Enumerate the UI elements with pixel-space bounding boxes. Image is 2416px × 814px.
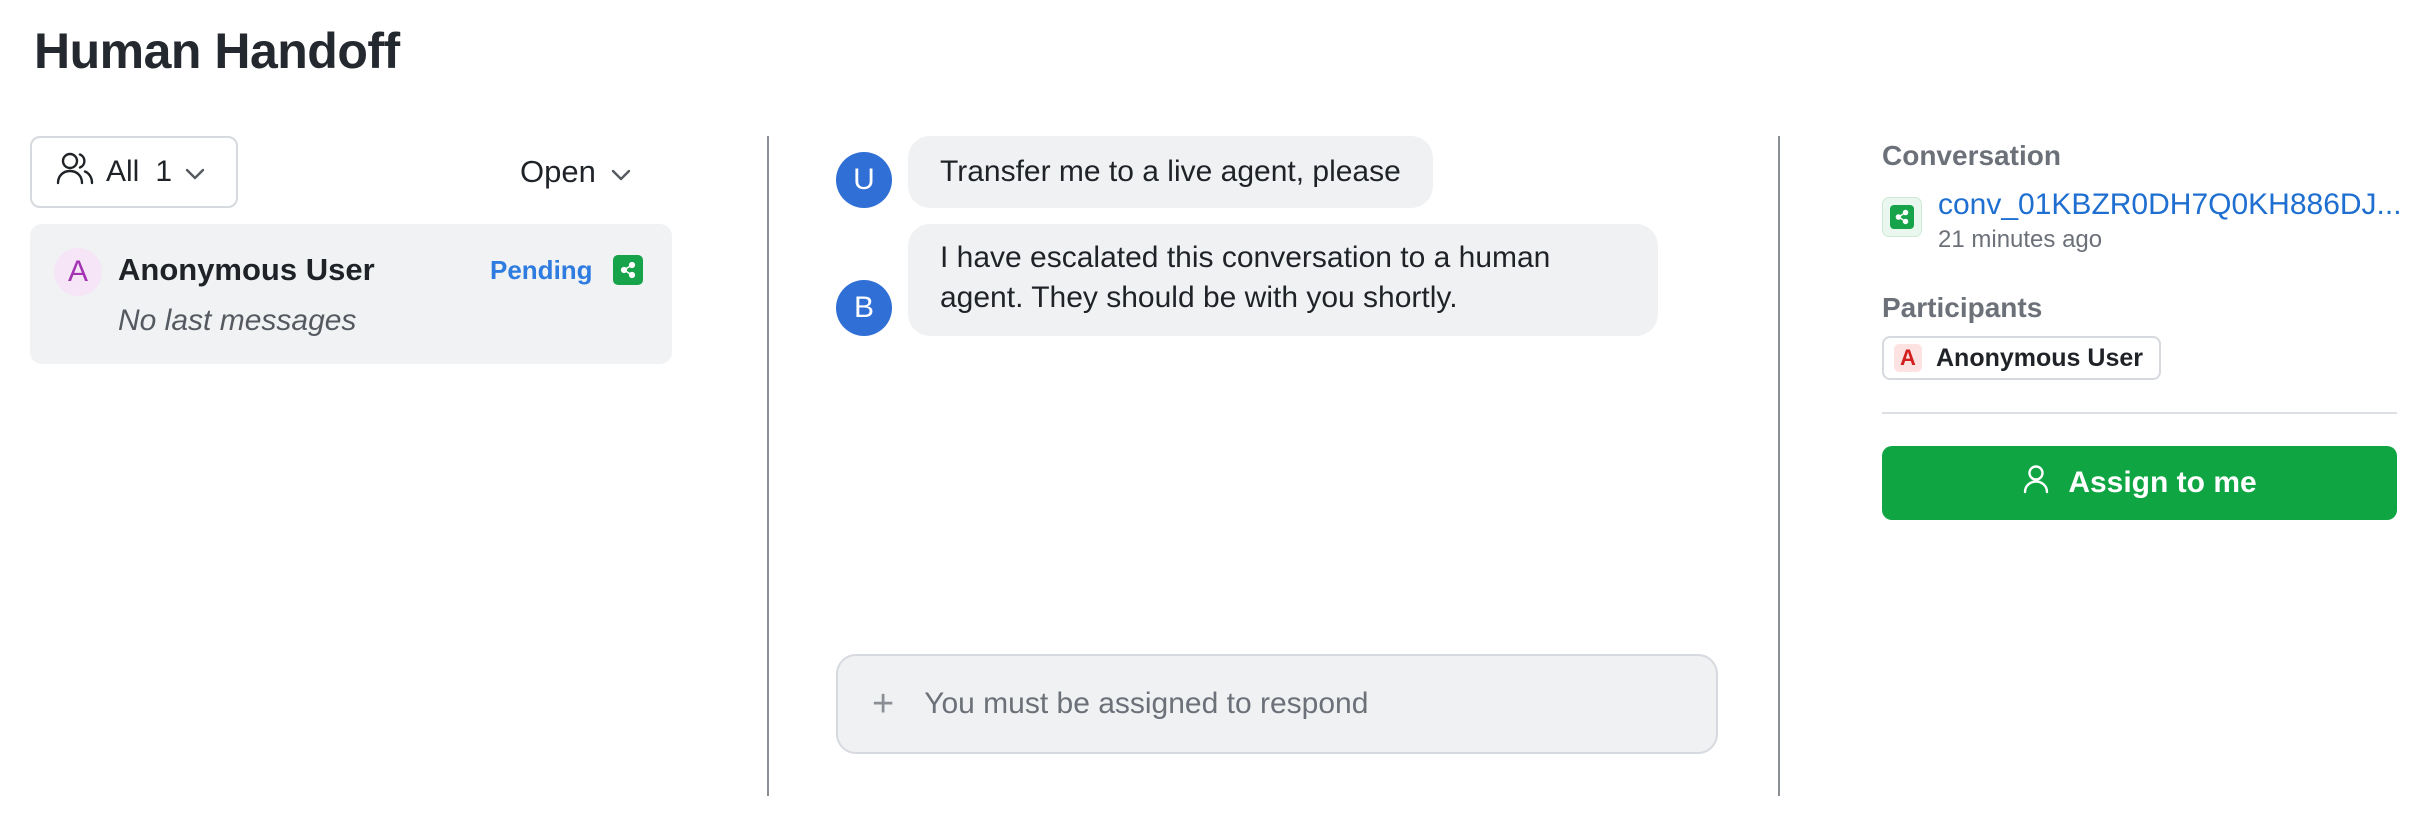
- status-filter-label: Open: [520, 154, 596, 189]
- message-text-line: I have escalated this conversation to a …: [940, 241, 1551, 274]
- assignee-filter-count: 1: [155, 155, 173, 188]
- share-icon: [613, 255, 643, 285]
- participant-chip[interactable]: A Anonymous User: [1882, 336, 2161, 380]
- panel-divider-left: [767, 136, 769, 796]
- avatar: A: [1894, 344, 1922, 372]
- assign-button-label: Assign to me: [2068, 466, 2257, 499]
- panel-divider-right: [1778, 136, 1780, 796]
- plus-icon[interactable]: +: [872, 683, 894, 726]
- assignee-filter-button[interactable]: All 1: [30, 136, 238, 208]
- assign-to-me-button[interactable]: Assign to me: [1882, 446, 2397, 520]
- status-filter-select[interactable]: Open: [520, 136, 632, 208]
- message-text-line: agent. They should be with you shortly.: [940, 281, 1458, 314]
- participants-heading: Participants: [1882, 292, 2043, 323]
- avatar: A: [54, 248, 102, 296]
- composer-placeholder: You must be assigned to respond: [924, 687, 1369, 720]
- avatar: U: [836, 152, 892, 208]
- last-message-preview: No last messages: [118, 304, 357, 337]
- conversation-id-link[interactable]: conv_01KBZR0DH7Q0KH886DJ...: [1938, 188, 2408, 222]
- conversation-list-item[interactable]: A Anonymous User Pending No last message…: [30, 224, 672, 364]
- message-bubble: Transfer me to a live agent, please: [908, 136, 1433, 208]
- share-icon: [1882, 197, 1922, 237]
- avatar: B: [836, 280, 892, 336]
- conversation-heading: Conversation: [1882, 140, 2061, 171]
- message-bubble: I have escalated this conversation to a …: [908, 224, 1658, 336]
- message-composer[interactable]: + You must be assigned to respond: [836, 654, 1718, 754]
- page-title: Human Handoff: [34, 23, 400, 79]
- status-badge: Pending: [490, 255, 593, 285]
- conversation-timestamp: 21 minutes ago: [1938, 226, 2103, 253]
- assignee-filter-label: All: [106, 155, 140, 188]
- user-icon: [2022, 464, 2050, 502]
- participant-name: Anonymous User: [1936, 343, 2143, 372]
- message-text: Transfer me to a live agent, please: [940, 155, 1401, 188]
- conversation-user-name: Anonymous User: [118, 252, 375, 287]
- chevron-down-icon: [184, 155, 206, 189]
- chevron-down-icon: [610, 154, 632, 190]
- users-icon: [56, 151, 94, 193]
- section-divider: [1882, 412, 2397, 414]
